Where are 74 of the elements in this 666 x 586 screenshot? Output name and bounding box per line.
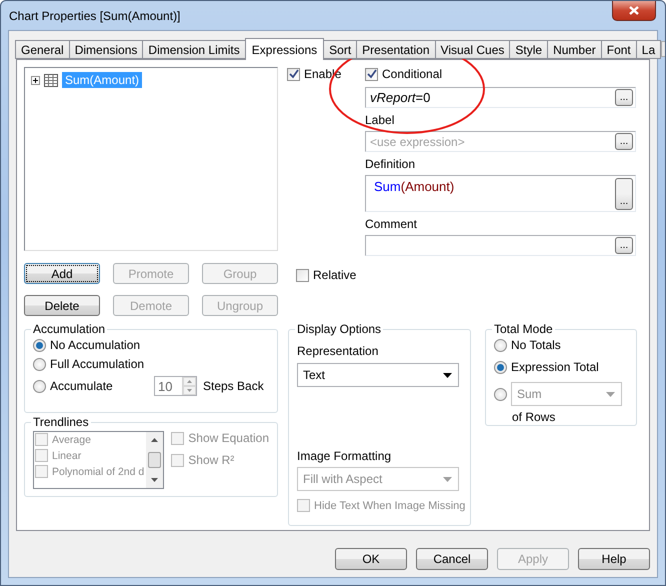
spin-down-button[interactable]: [183, 386, 196, 395]
group-title: Accumulation: [32, 322, 106, 336]
tab[interactable]: Presentation: [356, 40, 436, 59]
down-arrow-icon: [151, 478, 158, 482]
radio-label: Full Accumulation: [50, 357, 144, 371]
table-icon: [44, 74, 58, 86]
label-field[interactable]: <use expression> ...: [365, 131, 636, 152]
window-title: Chart Properties [Sum(Amount)]: [8, 8, 180, 23]
close-button[interactable]: [612, 1, 656, 21]
radio-label: Expression Total: [511, 360, 599, 374]
dropdown-arrow-icon: [443, 372, 452, 378]
spinner-label: Steps Back: [203, 379, 264, 393]
tab[interactable]: Sort: [323, 40, 358, 59]
radio-button[interactable]: [494, 360, 507, 374]
action-button[interactable]: Add: [24, 263, 100, 284]
radio-button[interactable]: [494, 388, 507, 400]
radio-label: No Totals: [511, 338, 561, 352]
definition-field[interactable]: Sum(Amount) ...: [365, 175, 636, 212]
tab[interactable]: General: [15, 40, 70, 59]
field-label: Label: [365, 113, 396, 127]
browse-button[interactable]: ...: [615, 237, 633, 254]
dialog-button[interactable]: OK: [335, 548, 407, 570]
spinner-value: 10: [157, 378, 174, 395]
dropdown-suffix: of Rows: [512, 410, 556, 424]
close-icon: [629, 6, 639, 15]
dropdown-arrow-icon: [606, 392, 615, 396]
field-label: Image Formatting: [297, 449, 392, 463]
spin-up-button[interactable]: [183, 377, 196, 386]
group-title: Total Mode: [493, 322, 554, 336]
tab[interactable]: Number: [547, 40, 602, 59]
down-arrow-icon: [187, 389, 192, 392]
group-title: Display Options: [296, 322, 382, 336]
browse-button[interactable]: ...: [615, 178, 633, 210]
checkbox-label: Relative: [313, 268, 356, 282]
field-label: Comment: [365, 217, 418, 231]
radio-label: No Accumulation: [50, 338, 140, 352]
checkbox-label: Show Equation: [188, 431, 269, 445]
tab[interactable]: La: [636, 40, 662, 59]
tab[interactable]: Expressions: [244, 38, 324, 60]
up-arrow-icon: [151, 438, 158, 442]
condition-field[interactable]: vReport=0 ...: [365, 87, 636, 108]
checkbox[interactable]: [365, 68, 378, 80]
tab[interactable]: Style: [509, 40, 548, 59]
label-input[interactable]: <use expression>: [370, 134, 590, 148]
checkbox-label: Hide Text When Image Missing: [314, 500, 466, 512]
checkbox-label: Show R²: [188, 453, 234, 467]
field-label: Representation: [297, 344, 380, 358]
dialog-button[interactable]: Cancel: [416, 548, 488, 570]
tab[interactable]: Dimension Limits: [142, 40, 246, 59]
up-arrow-icon: [187, 380, 192, 383]
checkbox[interactable]: [296, 268, 309, 282]
representation-dropdown[interactable]: Text: [297, 363, 459, 387]
dropdown-arrow-icon: [443, 476, 452, 482]
radio-button[interactable]: [33, 358, 46, 370]
radio-button[interactable]: [33, 338, 46, 352]
browse-button[interactable]: ...: [615, 89, 633, 106]
group-title: Trendlines: [32, 415, 90, 429]
browse-button[interactable]: ...: [615, 133, 633, 150]
field-value: Sum(Amount): [373, 178, 454, 194]
checkbox[interactable]: [287, 68, 300, 80]
dialog-button[interactable]: Help: [578, 548, 650, 570]
comment-field[interactable]: ...: [365, 235, 636, 256]
steps-spinner[interactable]: 10: [154, 376, 197, 396]
field-value: vReport=0: [370, 90, 430, 105]
action-button[interactable]: Delete: [24, 295, 100, 316]
checkbox-label: Conditional: [382, 67, 442, 81]
tab[interactable]: Dimensions: [68, 40, 144, 59]
tab[interactable]: Visual Cues: [434, 40, 510, 59]
expand-icon[interactable]: [31, 76, 40, 84]
radio-button[interactable]: [33, 380, 46, 392]
radio-label: Accumulate: [50, 379, 114, 393]
field-label: Definition: [365, 157, 416, 171]
tab[interactable]: Font: [600, 40, 637, 59]
radio-button[interactable]: [494, 338, 507, 352]
